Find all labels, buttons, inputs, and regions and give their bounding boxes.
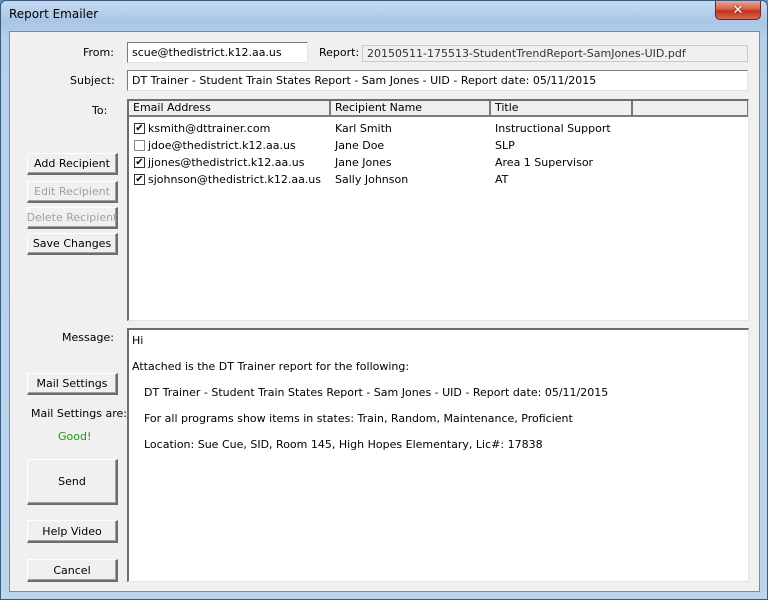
column-header-title[interactable]: Title <box>491 101 633 117</box>
message-line: Location: Sue Cue, SID, Room 145, High H… <box>144 438 543 451</box>
recipient-checkbox[interactable]: ✔ <box>134 123 145 134</box>
recipient-email: sjohnson@thedistrict.k12.aa.us <box>148 173 322 186</box>
close-icon: ✕ <box>732 2 744 18</box>
recipient-checkbox[interactable]: ✔ <box>134 157 145 168</box>
report-field: 20150511-175513-StudentTrendReport-SamJo… <box>362 45 748 62</box>
from-field[interactable]: scue@thedistrict.k12.aa.us <box>127 42 308 63</box>
message-line: DT Trainer - Student Train States Report… <box>144 386 609 399</box>
help-video-button[interactable]: Help Video <box>27 520 118 543</box>
recipient-title: SLP <box>495 139 515 152</box>
recipient-email: jjones@thedistrict.k12.aa.us <box>148 156 305 169</box>
from-label: From: <box>83 46 114 59</box>
message-line: Hi <box>132 334 144 347</box>
recipient-name: Jane Jones <box>335 156 392 169</box>
recipient-row[interactable]: ✔ jjones@thedistrict.k12.aa.us Jane Jone… <box>129 154 748 171</box>
recipient-row[interactable]: ✔ sjohnson@thedistrict.k12.aa.us Sally J… <box>129 171 748 188</box>
recipient-title: Instructional Support <box>495 122 611 135</box>
cancel-button[interactable]: Cancel <box>27 559 118 582</box>
recipient-name: Jane Doe <box>335 139 385 152</box>
edit-recipient-button[interactable]: Edit Recipient <box>27 181 118 203</box>
column-header-email[interactable]: Email Address <box>129 101 331 117</box>
message-line: Attached is the DT Trainer report for th… <box>132 360 410 373</box>
message-label: Message: <box>62 331 114 344</box>
to-label: To: <box>92 104 108 117</box>
column-header-blank <box>633 101 748 117</box>
column-header-recipient-name[interactable]: Recipient Name <box>331 101 491 117</box>
window-title: Report Emailer <box>9 7 99 21</box>
recipient-name: Sally Johnson <box>335 173 409 186</box>
add-recipient-button[interactable]: Add Recipient <box>27 153 118 175</box>
send-button[interactable]: Send <box>27 459 118 505</box>
recipients-list-header: Email Address Recipient Name Title <box>129 101 748 117</box>
message-line: For all programs show items in states: T… <box>144 412 573 425</box>
mail-settings-status-label: Mail Settings are: <box>31 407 127 420</box>
delete-recipient-button[interactable]: Delete Recipient <box>27 207 118 229</box>
title-bar[interactable]: Report Emailer ✕ <box>1 1 767 29</box>
recipient-title: Area 1 Supervisor <box>495 156 594 169</box>
subject-field[interactable]: DT Trainer - Student Train States Report… <box>127 70 748 91</box>
recipient-checkbox[interactable] <box>134 140 145 151</box>
subject-label: Subject: <box>70 74 115 87</box>
recipient-row[interactable]: ✔ ksmith@dttrainer.com Karl Smith Instru… <box>129 120 748 137</box>
report-emailer-window: Report Emailer ✕ From: scue@thedistrict.… <box>0 0 768 600</box>
report-label: Report: <box>319 46 360 59</box>
recipients-list[interactable]: Email Address Recipient Name Title ✔ ksm… <box>127 99 749 321</box>
dialog-client-area: From: scue@thedistrict.k12.aa.us Report:… <box>9 31 760 592</box>
message-body[interactable]: Hi Attached is the DT Trainer report for… <box>127 328 749 582</box>
recipient-row[interactable]: jdoe@thedistrict.k12.aa.us Jane Doe SLP <box>129 137 748 154</box>
recipient-checkbox[interactable]: ✔ <box>134 174 145 185</box>
recipient-name: Karl Smith <box>335 122 392 135</box>
save-changes-button[interactable]: Save Changes <box>27 233 118 255</box>
mail-settings-status-value: Good! <box>58 430 92 443</box>
recipient-title: AT <box>495 173 509 186</box>
mail-settings-button[interactable]: Mail Settings <box>27 373 118 395</box>
recipient-email: jdoe@thedistrict.k12.aa.us <box>148 139 296 152</box>
recipient-email: ksmith@dttrainer.com <box>148 122 271 135</box>
close-button[interactable]: ✕ <box>715 1 761 20</box>
